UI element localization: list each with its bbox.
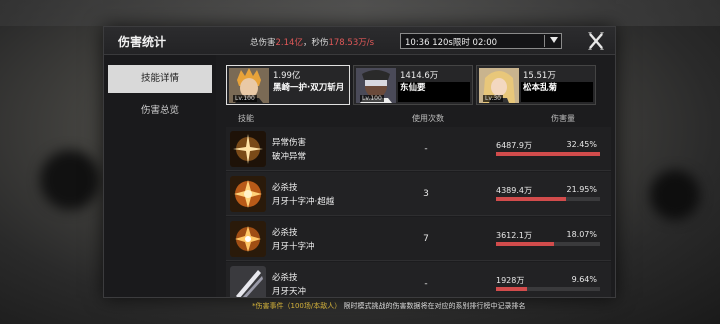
skill-name: 月牙天冲 [272, 287, 307, 297]
column-skill: 技能 [238, 114, 254, 123]
use-count: 3 [423, 189, 429, 199]
panel-header: 伤害统计 总伤害2.14亿，秒伤178.53万/s 10:36 120s限时 0… [104, 27, 615, 55]
avatar: Lv.100 [356, 68, 396, 103]
damage-percent: 9.64% [571, 275, 597, 284]
slash-icon [230, 266, 266, 297]
chevron-down-icon [550, 37, 558, 43]
footer-text: 限时模式挑战的伤害数据将在对应的系别排行榜中记录排名 [343, 302, 526, 310]
dps-label: 秒伤 [311, 38, 329, 48]
character-card-tosen[interactable]: Lv.100 1414.6万 东仙要 [353, 65, 473, 105]
column-uses: 使用次数 [412, 114, 444, 123]
damage-value: 1928万 [496, 276, 525, 285]
skill-name: 破冲异常 [272, 152, 307, 162]
level-badge: Lv.100 [360, 95, 384, 102]
character-name: 松本乱菊 [523, 83, 558, 93]
panel-title: 伤害统计 [118, 35, 167, 49]
footer-highlight: *伤害事件（100场/本敌人） [252, 302, 342, 310]
damage-bar-fill [496, 242, 554, 246]
damage-bar [496, 152, 600, 156]
total-damage-value: 2.14亿 [275, 38, 303, 48]
skill-type: 必杀技 [272, 183, 298, 193]
close-icon [588, 32, 604, 50]
column-damage: 伤害量 [551, 114, 575, 123]
avatar: Lv.30 [479, 68, 519, 103]
use-count: 7 [423, 234, 429, 244]
use-count: - [424, 279, 428, 289]
character-damage: 1414.6万 [400, 71, 439, 81]
skill-name: 月牙十字冲 [272, 242, 315, 252]
spark-icon [230, 131, 266, 167]
skill-table: 异常伤害 破冲异常 - 6487.9万 32.45% 必杀技 月牙十字冲·超越 … [226, 127, 611, 297]
character-damage: 1.99亿 [273, 71, 301, 81]
dps-value: 178.53万/s [328, 38, 375, 48]
character-card-rangiku[interactable]: Lv.30 15.51万 松本乱菊 [476, 65, 596, 105]
avatar: Lv.100 [229, 68, 269, 103]
damage-percent: 18.07% [566, 230, 597, 239]
tab-skill-details[interactable]: 技能详情 [108, 65, 212, 93]
table-row[interactable]: 异常伤害 破冲异常 - 6487.9万 32.45% [226, 127, 611, 171]
dropdown-divider [544, 35, 545, 47]
character-damage: 15.51万 [523, 71, 556, 81]
damage-bar-fill [496, 197, 567, 201]
damage-bar-fill [496, 152, 600, 156]
skill-type: 必杀技 [272, 228, 298, 238]
total-damage-label: 总伤害 [250, 38, 276, 48]
close-button[interactable] [582, 28, 610, 54]
level-badge: Lv.30 [483, 95, 503, 102]
skill-table-header: 技能 使用次数 伤害量 [226, 113, 611, 125]
battle-record-value: 10:36 120s限时 02:00 [405, 38, 498, 48]
damage-percent: 32.45% [566, 140, 597, 149]
background-blur-left [40, 150, 100, 210]
battle-record-dropdown[interactable]: 10:36 120s限时 02:00 [400, 33, 562, 49]
cross-burst-icon [230, 176, 266, 212]
damage-percent: 21.95% [566, 185, 597, 194]
footer-note: *伤害事件（100场/本敌人） 限时模式挑战的伤害数据将在对应的系别排行榜中记录… [252, 301, 525, 311]
damage-value: 3612.1万 [496, 231, 532, 240]
game-top-bar [0, 0, 720, 26]
sidebar: 技能详情 伤害总览 [104, 55, 216, 297]
damage-value: 4389.4万 [496, 186, 532, 195]
level-badge: Lv.100 [233, 95, 257, 102]
character-name: 黑崎一护·双刀斩月 [273, 83, 345, 93]
skill-type: 异常伤害 [272, 138, 307, 148]
use-count: - [424, 144, 428, 154]
damage-summary: 总伤害2.14亿，秒伤178.53万/s [250, 36, 374, 48]
tab-damage-overview[interactable]: 伤害总览 [108, 97, 212, 125]
background-blur-right [650, 170, 700, 220]
damage-value: 6487.9万 [496, 141, 532, 150]
damage-bar [496, 242, 600, 246]
damage-bar [496, 287, 600, 291]
skill-name: 月牙十字冲·超越 [272, 197, 335, 207]
character-name: 东仙要 [400, 83, 426, 93]
table-row[interactable]: 必杀技 月牙十字冲·超越 3 4389.4万 21.95% [226, 172, 611, 216]
table-row[interactable]: 必杀技 月牙天冲 - 1928万 9.64% [226, 262, 611, 297]
skill-type: 必杀技 [272, 273, 298, 283]
character-card-ichigo[interactable]: Lv.100 1.99亿 黑崎一护·双刀斩月 [226, 65, 350, 105]
table-row[interactable]: 必杀技 月牙十字冲 7 3612.1万 18.07% [226, 217, 611, 261]
cross-burst-icon [230, 221, 266, 257]
damage-bar-fill [496, 287, 527, 291]
damage-bar [496, 197, 600, 201]
